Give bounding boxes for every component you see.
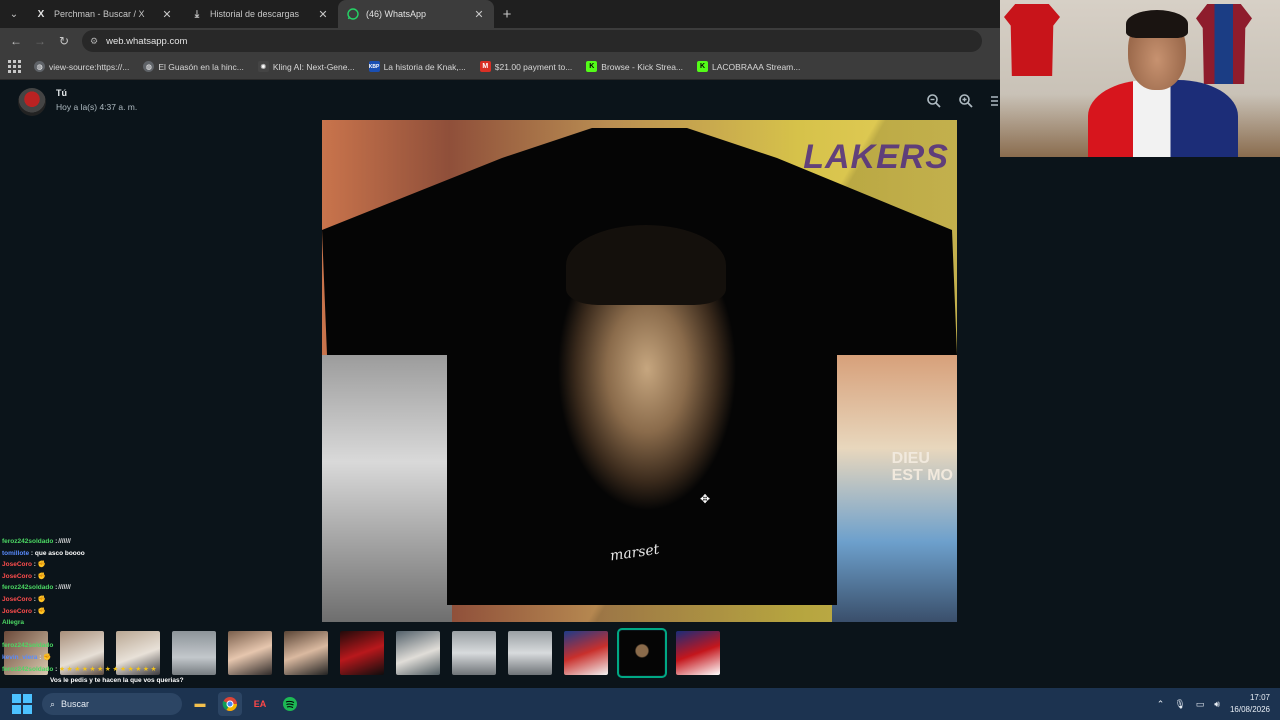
tab-downloads[interactable]: ⤓ Historial de descargas ✕ bbox=[182, 0, 338, 28]
streamer-hair bbox=[1126, 10, 1188, 38]
thumbnail[interactable] bbox=[676, 631, 720, 675]
forward-arrow-icon[interactable]: → bbox=[28, 30, 52, 52]
media-image[interactable]: LAKERS DIEU EST MO marset bbox=[322, 120, 957, 622]
tab-whatsapp[interactable]: (46) WhatsApp ✕ bbox=[338, 0, 494, 28]
chat-line: Allegra bbox=[2, 619, 25, 627]
wall-jersey-left bbox=[1004, 4, 1060, 76]
close-tab-icon[interactable]: ✕ bbox=[316, 8, 330, 21]
search-icon: ⌕ bbox=[50, 698, 56, 709]
bookmark-kling[interactable]: ✺ Kling AI: Next-Gene... bbox=[257, 61, 355, 72]
avatar[interactable] bbox=[18, 88, 46, 116]
microphone-icon[interactable]: 🎙︎ bbox=[1174, 699, 1185, 710]
chat-line: Vos le pedis y te hacen la que vos queri… bbox=[50, 677, 184, 685]
bookmark-label: La historia de Knak,... bbox=[383, 61, 466, 72]
taskbar: ⌕ Buscar ▬ EA ⌃ 🎙︎ ▭ 🔊︎ 17:07 16/08/2026 bbox=[0, 688, 1280, 720]
sender-name: Tú bbox=[56, 88, 67, 98]
bookmark-label: Browse - Kick Strea... bbox=[601, 61, 684, 72]
gmail-icon: M bbox=[479, 61, 491, 72]
bookmark-kick-browse[interactable]: K Browse - Kick Strea... bbox=[586, 61, 683, 72]
clock[interactable]: 17:07 16/08/2026 bbox=[1230, 692, 1270, 716]
url-text: web.whatsapp.com bbox=[106, 35, 188, 47]
bookmark-label: El Guasón en la hinc... bbox=[158, 61, 244, 72]
tab-title: (46) WhatsApp bbox=[366, 9, 427, 19]
thumbnail[interactable] bbox=[340, 631, 384, 675]
new-tab-button[interactable]: + bbox=[494, 1, 520, 27]
chat-line: kevin_viera : ✊ bbox=[2, 653, 52, 661]
bookmark-label: Kling AI: Next-Gene... bbox=[272, 61, 355, 72]
zoom-in-icon[interactable] bbox=[958, 93, 974, 109]
message-timestamp: Hoy a la(s) 4:37 a. m. bbox=[56, 102, 138, 112]
bookmark-view-source[interactable]: ◍ view-source:https://... bbox=[34, 61, 129, 72]
bookmark-guason[interactable]: ◍ El Guasón en la hinc... bbox=[143, 61, 244, 72]
bookmark-lacobraaa[interactable]: K LACOBRAAA Stream... bbox=[697, 61, 800, 72]
wall-jersey-right bbox=[1196, 4, 1252, 84]
chat-line: feroz242soldado bbox=[2, 642, 54, 650]
bookmark-label: LACOBRAAA Stream... bbox=[712, 61, 801, 72]
menu-icon[interactable] bbox=[988, 93, 998, 109]
tab-search-button[interactable]: ⌄ bbox=[2, 3, 26, 25]
thumbnail[interactable] bbox=[564, 631, 608, 675]
chat-line: feroz242soldado : ̸ ̸ ̸ ̸ ̸ ̸ ̸ bbox=[2, 584, 70, 592]
chat-line: feroz242soldado : ★ ★ ★ ★ ★ ★ ★ ★ ★ ★ ★ … bbox=[2, 665, 157, 673]
network-icon[interactable]: ▭ bbox=[1196, 699, 1205, 710]
bookmark-label: view-source:https://... bbox=[49, 61, 130, 72]
kling-icon: ✺ bbox=[257, 61, 269, 72]
thumbnail[interactable] bbox=[508, 631, 552, 675]
tab-x-search[interactable]: X Perchman - Buscar / X ✕ bbox=[26, 0, 182, 28]
chat-line bbox=[2, 629, 202, 641]
kbp-icon: KBP bbox=[368, 61, 380, 72]
chat-line: tomillote : que asco boooo bbox=[2, 549, 85, 557]
system-tray: ⌃ 🎙︎ ▭ 🔊︎ 17:07 16/08/2026 bbox=[1157, 688, 1270, 720]
chat-line: JoseCoro : ✊ bbox=[2, 607, 46, 615]
globe-icon: ◍ bbox=[143, 61, 155, 72]
kick-icon: K bbox=[697, 61, 709, 72]
apps-grid-icon[interactable] bbox=[6, 59, 22, 75]
tab-title: Perchman - Buscar / X bbox=[54, 9, 145, 19]
bookmark-knak[interactable]: KBP La historia de Knak,... bbox=[368, 61, 466, 72]
zoom-out-icon[interactable] bbox=[926, 93, 942, 109]
chat-line: JoseCoro : ✊ bbox=[2, 595, 46, 603]
webcam-overlay bbox=[1000, 0, 1280, 157]
volume-icon[interactable]: 🔊︎ bbox=[1214, 699, 1220, 710]
thumbnail[interactable] bbox=[284, 631, 328, 675]
kick-icon: K bbox=[586, 61, 598, 72]
x-logo-icon: X bbox=[37, 8, 45, 20]
tab-title: Historial de descargas bbox=[210, 9, 300, 19]
stream-chat-overlay: feroz242soldado : ̸ ̸ ̸ ̸ ̸ ̸ ̸ tomillot… bbox=[2, 536, 202, 687]
chat-line: JoseCoro : ✊ bbox=[2, 572, 46, 580]
screen: ⌄ X Perchman - Buscar / X ✕ ⤓ Historial … bbox=[0, 0, 1280, 720]
clock-date: 16/08/2026 bbox=[1229, 705, 1270, 714]
back-arrow-icon[interactable]: ← bbox=[4, 30, 28, 52]
address-bar[interactable]: ⚙ web.whatsapp.com bbox=[82, 30, 982, 52]
thumbnail[interactable] bbox=[396, 631, 440, 675]
chat-line: feroz242soldado : ̸ ̸ ̸ ̸ ̸ ̸ ̸ bbox=[2, 538, 70, 545]
chat-line: JoseCoro : ✊ bbox=[2, 561, 46, 569]
chrome-icon[interactable] bbox=[218, 692, 242, 716]
thumbnail-selected[interactable] bbox=[617, 628, 667, 678]
move-cursor-icon: ✥ bbox=[700, 492, 711, 506]
thumbnail[interactable] bbox=[452, 631, 496, 675]
bookmark-label: $21.00 payment to... bbox=[494, 61, 573, 72]
ea-app-icon[interactable]: EA bbox=[248, 692, 272, 716]
bookmark-payment[interactable]: M $21.00 payment to... bbox=[479, 61, 573, 72]
reload-icon[interactable]: ↻ bbox=[52, 30, 76, 52]
globe-icon: ◍ bbox=[34, 61, 45, 72]
windows-start-icon[interactable] bbox=[12, 694, 32, 714]
streamer-body bbox=[1088, 80, 1238, 157]
close-tab-icon[interactable]: ✕ bbox=[160, 8, 174, 21]
spotify-icon[interactable] bbox=[278, 692, 302, 716]
search-label: Buscar bbox=[61, 699, 90, 709]
file-explorer-icon[interactable]: ▬ bbox=[188, 692, 212, 716]
thumbnail[interactable] bbox=[228, 631, 272, 675]
clock-time: 17:07 bbox=[1249, 693, 1270, 702]
download-icon: ⤓ bbox=[194, 8, 200, 20]
close-tab-icon[interactable]: ✕ bbox=[472, 8, 486, 21]
chevron-up-icon[interactable]: ⌃ bbox=[1157, 699, 1165, 710]
whatsapp-icon bbox=[346, 7, 360, 21]
site-info-icon[interactable]: ⚙ bbox=[90, 36, 98, 47]
portrait-hair bbox=[566, 225, 726, 305]
taskbar-search[interactable]: ⌕ Buscar bbox=[42, 693, 182, 715]
